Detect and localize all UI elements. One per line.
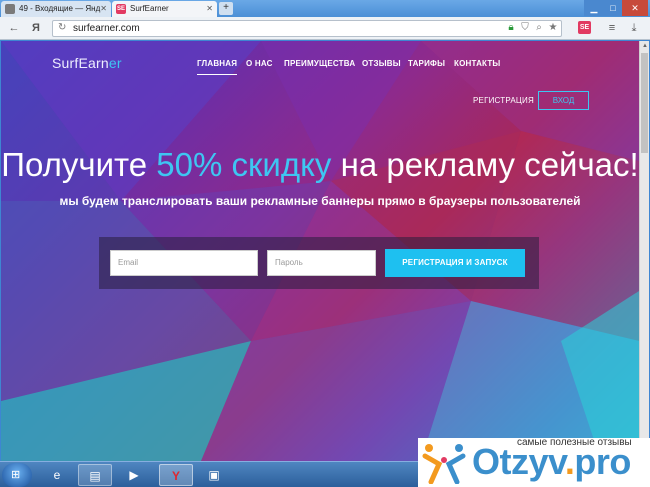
screen: 49 - Входящие — Янд ✕ SE SurfEarner ✕ + … [0, 0, 650, 487]
close-window-button[interactable]: ✕ [622, 0, 648, 16]
surfearner-favicon-icon: SE [116, 4, 126, 14]
headline-start: Получите [1, 146, 157, 183]
web-page: SurfEarner ГЛАВНАЯ О НАС ПРЕИМУЩЕСТВА ОТ… [1, 41, 639, 461]
nav-reviews[interactable]: ОТЗЫВЫ [362, 59, 401, 68]
windows-logo-icon: ⊞ [11, 469, 21, 481]
page-scrollbar[interactable]: ▲ [639, 41, 649, 461]
download-icon[interactable]: ⤓ [626, 20, 642, 36]
nav-about[interactable]: О НАС [246, 59, 273, 68]
hero-subtitle: мы будем транслировать ваши рекламные ба… [59, 194, 581, 208]
watermark-logo-dot: . [564, 441, 575, 482]
tab-strip: 49 - Входящие — Янд ✕ SE SurfEarner ✕ + … [0, 0, 650, 17]
menu-icon[interactable]: ≡ [604, 20, 620, 36]
yandex-button[interactable]: Я [28, 20, 44, 36]
search-icon[interactable]: ⌕ [533, 22, 545, 33]
logo-main-text: SurfEarn [52, 55, 109, 71]
surfearner-extension-icon[interactable]: SE [578, 21, 591, 34]
tab-surfearner-label: SurfEarner [130, 4, 169, 13]
register-and-launch-button[interactable]: РЕГИСТРАЦИЯ И ЗАПУСК [385, 249, 525, 277]
hero-headline: Получите 50% скидку на рекламу сейчас! [1, 146, 639, 184]
start-button[interactable]: ⊞ [2, 463, 32, 487]
internet-explorer-icon[interactable]: e [40, 464, 74, 486]
password-input[interactable]: Пароль [267, 250, 376, 276]
scroll-thumb[interactable] [641, 53, 648, 153]
mail-favicon-icon [5, 4, 15, 14]
close-tab-icon[interactable]: ✕ [206, 1, 213, 17]
file-explorer-icon[interactable]: ▤ [78, 464, 112, 486]
close-tab-icon[interactable]: ✕ [100, 1, 107, 17]
watermark-logo-tld: pro [574, 441, 631, 482]
bookmark-star-icon[interactable]: ★ [547, 22, 559, 33]
scroll-up-icon[interactable]: ▲ [640, 41, 650, 51]
lock-icon[interactable]: 🔒︎ [505, 22, 517, 33]
headline-discount: 50% скидку [156, 146, 332, 183]
watermark-logo: Otzyv.pro [472, 441, 631, 483]
address-bar[interactable]: ↻ surfearner.com 🔒︎ ⛉ ⌕ ★ [52, 20, 562, 37]
headline-end: на рекламу сейчас! [331, 146, 639, 183]
refresh-icon[interactable]: ↻ [58, 22, 66, 33]
nav-tariffs[interactable]: ТАРИФЫ [408, 59, 445, 68]
nav-contacts[interactable]: КОНТАКТЫ [454, 59, 500, 68]
nav-home[interactable]: ГЛАВНАЯ [197, 59, 238, 75]
media-player-icon[interactable]: ▶ [117, 464, 151, 486]
email-input[interactable]: Email [110, 250, 258, 276]
maximize-button[interactable]: □ [604, 0, 622, 16]
register-link[interactable]: РЕГИСТРАЦИЯ [473, 96, 534, 105]
app-window-icon[interactable]: ▣ [197, 464, 231, 486]
nav-advantages[interactable]: ПРЕИМУЩЕСТВА [284, 59, 355, 68]
back-button[interactable]: ← [6, 20, 22, 36]
login-button[interactable]: ВХОД [538, 91, 589, 110]
address-url: surfearner.com [73, 23, 140, 34]
new-tab-button[interactable]: + [219, 2, 233, 15]
logo-accent-text: er [108, 55, 122, 71]
watermark-logo-main: Otzyv [472, 441, 565, 482]
yandex-browser-icon[interactable]: Y [159, 464, 193, 486]
browser-toolbar: ← Я ↻ surfearner.com 🔒︎ ⛉ ⌕ ★ SE ≡ ⤓ [0, 17, 650, 40]
minimize-button[interactable]: ▁ [584, 0, 604, 16]
tab-mail[interactable]: 49 - Входящие — Янд ✕ [1, 1, 111, 17]
site-logo[interactable]: SurfEarner [52, 55, 122, 71]
shield-icon[interactable]: ⛉ [519, 22, 531, 33]
tab-surfearner[interactable]: SE SurfEarner ✕ [112, 1, 217, 17]
watermark-figure-icon [422, 444, 466, 484]
tab-mail-label: 49 - Входящие — Янд [19, 4, 101, 13]
